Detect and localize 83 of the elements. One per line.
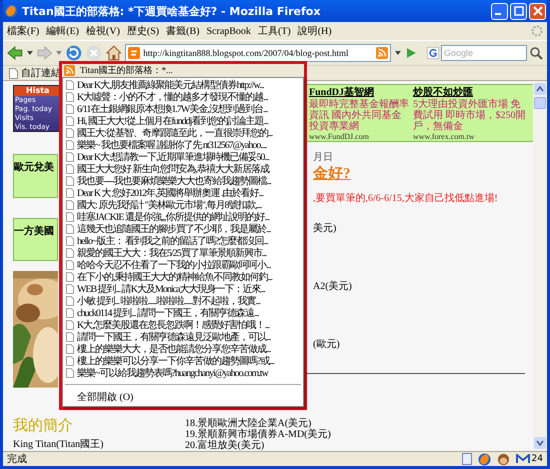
menu-item[interactable]: 檔案(F) <box>7 24 46 38</box>
mail-icon <box>516 454 530 464</box>
globe-icon[interactable] <box>478 452 491 466</box>
menu-item[interactable]: ScrapBook <box>206 26 258 36</box>
window-title: Titan國王的部落格: *下週買啥基金好? - Mozilla Firefox <box>22 4 320 18</box>
ad-link[interactable]: FundDJ基智網 <box>309 85 409 99</box>
profile-name: King Titan(Titan國王) <box>13 438 104 451</box>
scroll-up-icon[interactable] <box>534 83 546 95</box>
fund-item: 18.景順歐洲大陸企業A(美元) <box>185 418 312 429</box>
menu-item[interactable]: 編輯(E) <box>46 24 86 38</box>
globe-icon <box>4 4 18 18</box>
list-text: A2(美元) <box>313 280 352 293</box>
feed-item[interactable]: 我也要----我也要麻煩樂樂大大也寄給我趨勢圖檔... <box>63 175 303 187</box>
maximize-button[interactable] <box>510 2 527 20</box>
feed-item[interactable]: 樓上的樂樂可以分享一下你辛苦做的趨勢圖嗎?或... <box>63 355 303 367</box>
address-field[interactable]: http://kingtitan888.blogspot.com/2007/04/blog-post.html <box>125 44 392 62</box>
ad-link[interactable]: 炒股不如炒匯 <box>413 85 527 99</box>
feed-item[interactable]: chuck0114 提到... 請問一下國王，有關亨德森遠... <box>63 307 303 319</box>
counter-title: Hista <box>14 86 59 96</box>
ad-url: www.forex.com.tw <box>413 132 476 141</box>
close-icon <box>532 6 542 16</box>
feed-item[interactable]: 國王大:從基智、奇摩跟隨至此，一直很崇拜您的... <box>63 127 303 139</box>
scroll-thumb[interactable] <box>534 97 546 109</box>
feed-item[interactable]: 國王大大您好 新生向您問安為,恭禧大大新居落成 <box>63 163 303 175</box>
feed-item[interactable]: Dear K大:想請教一下,近期單筆進場時機已備妥50... <box>63 151 303 163</box>
home-icon[interactable] <box>106 45 122 61</box>
feed-item[interactable]: Dear K 大 您好2012年,英國將舉辦奧運 .由於看好... <box>63 187 303 199</box>
throbber-icon <box>531 25 543 37</box>
bookmark-folder-button[interactable]: Titan國王的部落格：*... <box>62 64 304 77</box>
ad-url: www.FundDJ.com <box>309 132 370 141</box>
ad-text: 5大理由投資外匯市場 免費試用 即時市場，$250開戶，無備金 <box>413 99 526 132</box>
feed-item[interactable]: 6/11在土銀網銀原本想換1.7W美金,沒想到過到台... <box>63 103 303 115</box>
feed-item[interactable]: 哈哈今天忍不住看了一下我的小拉跟霸歐呵呵小... <box>63 259 303 271</box>
back-icon[interactable] <box>7 45 23 61</box>
menu-item[interactable]: 檢視(V) <box>86 24 127 38</box>
feed-item[interactable]: hello~版主： 看到我之前的留話了嗎?怎麼都沒回... <box>63 235 303 247</box>
list-text: 美元) <box>313 222 336 235</box>
feed-item[interactable]: 這幾天也追隨國王的腳步買了不少耶，我是屬於... <box>63 223 303 235</box>
feed-item[interactable]: 小敏 提到... 啦啦啦......啦啦啦......對不起啦，我實... <box>63 295 303 307</box>
google-icon[interactable] <box>427 47 440 59</box>
feed-item[interactable]: K大噓聲：小的不才，懂的越多才發現不懂的越... <box>63 91 303 103</box>
feed-item[interactable]: 請問一下國王，有關亨德森遠見泛歐地產，可以... <box>63 331 303 343</box>
feed-item[interactable]: Hi, 國王大大!從上個月在funddj看到您的討論主題... <box>63 115 303 127</box>
scroll-down-icon[interactable] <box>534 437 546 449</box>
open-all-item[interactable]: 全部開啟 (O) <box>63 390 303 404</box>
maximize-icon <box>514 6 524 16</box>
reload-icon[interactable] <box>66 45 82 61</box>
fund-item: 19.景順新興市場債券A-MD(美元) <box>185 429 332 440</box>
ad-title: 歐元兌美 <box>14 162 54 174</box>
ad-title: 一方美國 <box>14 226 54 237</box>
minimize-icon <box>495 13 501 15</box>
mail-count[interactable]: 24 <box>516 454 543 464</box>
feed-item[interactable]: 哇塞JACKIE 還是你強,,,你所提供的網址說明的好... <box>63 211 303 223</box>
menu-item[interactable]: 說明(H) <box>298 24 339 38</box>
section-heading: 我的簡介 <box>13 416 74 435</box>
menu-item[interactable]: 書籤(B) <box>166 24 206 38</box>
feed-item[interactable]: 樓上的樂樂大大，是否也能請您分享您辛苦做成... <box>63 343 303 355</box>
highlight-text: ,要買單筆的,6/6-6/15,大家自己找低點進場! <box>313 192 498 205</box>
feed-item[interactable]: 國大: 原先我預計 "美林歐元市場",每月8號扣款,... <box>63 199 303 211</box>
close-button[interactable] <box>529 2 546 20</box>
search-icon[interactable] <box>529 46 544 60</box>
fund-item: 20.富坦放美(美元) <box>185 440 266 451</box>
feed-item[interactable]: 在下小的,秉持國王大大的精神給魚不同教如何釣... <box>63 271 303 283</box>
feed-item[interactable]: 樂樂~ 我也要檔案喔 謝謝你了先 nt312567@yahoo.... <box>63 139 303 151</box>
scrollbar[interactable] <box>533 81 547 451</box>
menu-item[interactable]: 工具(T) <box>258 24 298 38</box>
status-text: 完成 <box>7 452 27 466</box>
feed-item[interactable]: 親愛的國王大大：我在5/25買了單筆景順新興市... <box>63 247 303 259</box>
caret-icon[interactable] <box>395 51 402 55</box>
ad-text: 最即時完整基金報酬率資訊 國內外共同基金投資專業網 <box>309 99 409 132</box>
feed-item[interactable]: WEB 提到... 請K大及Monica大大現身一下：近來... <box>63 283 303 295</box>
monkey-icon[interactable] <box>496 452 510 466</box>
page-icon[interactable] <box>462 453 472 465</box>
caret-icon[interactable] <box>26 51 33 55</box>
post-date: 月日 <box>313 151 333 164</box>
feed-item[interactable]: 樂樂~可以給我趨勢表嗎?huangchanyi@yahoo.com.tw <box>63 367 303 379</box>
minimize-button[interactable] <box>491 2 508 20</box>
blogger-icon <box>128 47 140 59</box>
menu-item[interactable]: 歷史(S) <box>126 24 166 38</box>
rss-icon[interactable] <box>376 47 388 59</box>
feed-item[interactable]: Dear K大,朋友推薦綠聚能美元結構型債券http://w... <box>63 79 303 91</box>
list-text: (歐元) <box>313 338 340 351</box>
feed-item[interactable]: K大,怎麼美股還在忽長忽跌啊！感覺好害怕哦！... <box>63 319 303 331</box>
